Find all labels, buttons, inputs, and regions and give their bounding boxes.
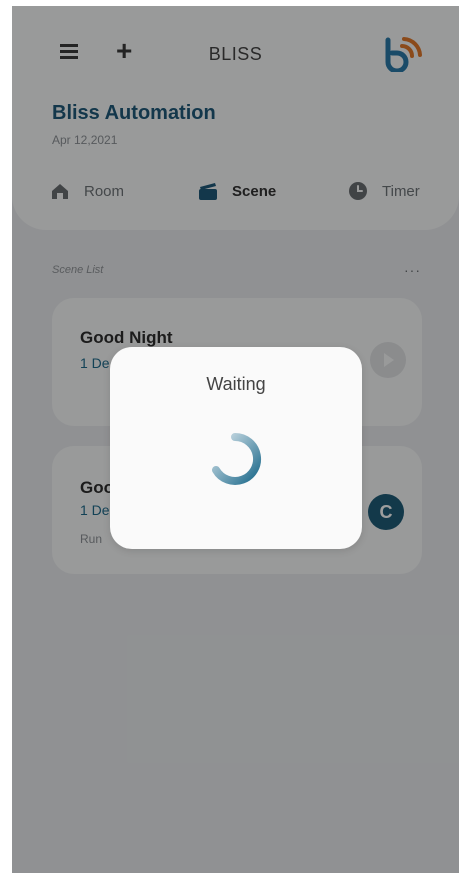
loading-spinner-icon [212, 432, 262, 485]
app-screen: + BLISS Bliss Automation Apr 12,2021 Roo… [12, 6, 459, 873]
waiting-dialog: Waiting [110, 347, 362, 549]
dialog-title: Waiting [206, 374, 266, 394]
